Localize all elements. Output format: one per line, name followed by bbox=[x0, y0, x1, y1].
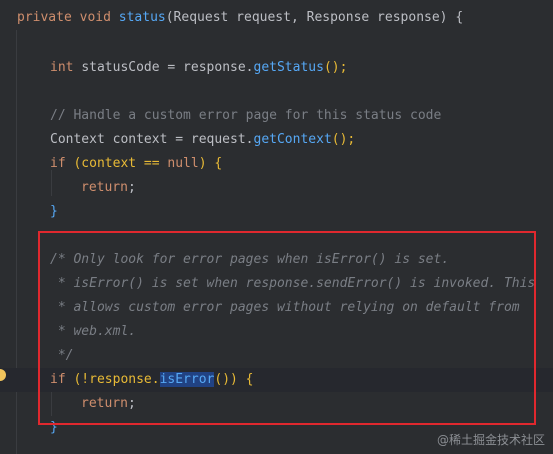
code-line-method-signature[interactable]: private void status(Request request, Res… bbox=[17, 6, 463, 30]
code-line-if-null[interactable]: if (context == null) { bbox=[50, 152, 222, 176]
code-text: Context context = request. bbox=[50, 132, 254, 147]
keyword: null bbox=[167, 156, 199, 171]
method-call: getContext bbox=[253, 132, 332, 147]
code-line-context[interactable]: Context context = request.getContext(); bbox=[50, 128, 355, 152]
keyword: int bbox=[50, 60, 74, 75]
highlight-annotation-box bbox=[38, 231, 536, 425]
code-line-comment[interactable]: // Handle a custom error page for this s… bbox=[50, 104, 441, 128]
code-text: ) { bbox=[198, 156, 223, 171]
brace: } bbox=[50, 204, 58, 219]
brace: { bbox=[455, 10, 464, 25]
code-text: ; bbox=[127, 180, 136, 195]
code-text: (context == bbox=[73, 156, 168, 171]
watermark: @稀土掘金技术社区 bbox=[436, 433, 545, 447]
method-params: (Request request, Response response) bbox=[165, 10, 448, 25]
code-text: (); bbox=[331, 132, 356, 147]
code-text: (); bbox=[323, 60, 348, 75]
code-text: statusCode = response. bbox=[81, 60, 254, 75]
keyword: if bbox=[50, 156, 66, 171]
keyword: void bbox=[79, 10, 111, 25]
method-call: getStatus bbox=[253, 60, 324, 75]
keyword: return bbox=[81, 180, 128, 195]
code-line-close-brace[interactable]: } bbox=[50, 200, 58, 224]
comment: // Handle a custom error page for this s… bbox=[50, 108, 442, 123]
code-editor[interactable]: private void status(Request request, Res… bbox=[0, 0, 553, 454]
keyword: private bbox=[17, 10, 72, 25]
code-line-status-code[interactable]: int statusCode = response.getStatus(); bbox=[50, 56, 347, 80]
code-line-return[interactable]: return; bbox=[81, 176, 136, 200]
method-name: status bbox=[118, 10, 166, 25]
